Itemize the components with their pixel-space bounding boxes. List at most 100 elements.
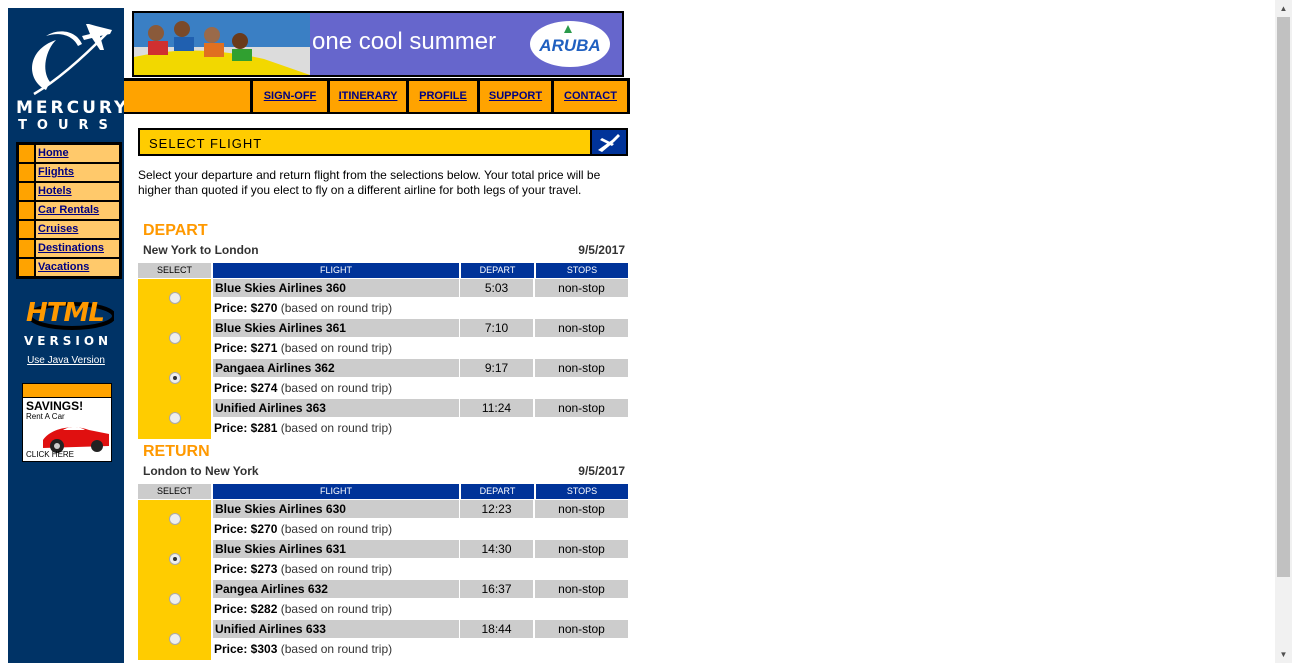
return-title: RETURN [143,443,210,460]
sidebar-item-hotels[interactable]: Hotels [19,183,119,200]
outbound-radio[interactable] [169,292,181,304]
use-java-version-link[interactable]: Use Java Version [14,355,118,366]
stops: non-stop [535,620,628,638]
ad-stripe [23,384,111,398]
depart-route: New York to London [143,243,259,257]
depart-time: 16:37 [460,580,533,598]
price-note: (based on round trip) [280,421,393,435]
flight-name: Blue Skies Airlines 360 [213,279,459,297]
col-select: SELECT [138,263,211,278]
flight-row: Pangaea Airlines 362 9:17 non-stop Price… [138,359,628,399]
banner-tagline: one cool summer [312,28,497,55]
top-nav: SIGN-OFF ITINERARY PROFILE SUPPORT CONTA… [124,78,630,114]
sidebar-link[interactable]: Car Rentals [36,202,119,219]
inbound-radio[interactable] [169,513,181,525]
logo-swoosh-plane-icon [32,24,112,96]
stops: non-stop [535,279,628,297]
stops: non-stop [535,319,628,337]
nav-itinerary-link[interactable]: ITINERARY [330,81,406,112]
outbound-radio[interactable] [169,412,181,424]
sidebar-item-cruises[interactable]: Cruises [19,221,119,238]
price-note: (based on round trip) [280,522,393,536]
price: Price: $270 (based on round trip) [213,299,627,317]
price: Price: $303 (based on round trip) [213,640,627,658]
price-amount: Price: $274 [214,381,278,395]
select-cell [138,540,211,580]
scroll-down-arrow-icon[interactable]: ▼ [1275,646,1292,663]
aruba-logo-text: ARUBA [539,36,601,55]
select-cell [138,279,211,319]
col-flight: FLIGHT [213,263,459,278]
html-version-badge: HTML VERSION [22,298,114,350]
nav-bullet [19,183,34,200]
brand-name: MERCURY [16,98,130,118]
depart-time: 11:24 [460,399,533,417]
price-note: (based on round trip) [280,301,393,315]
scrollbar-thumb[interactable] [1277,17,1290,577]
price-note: (based on round trip) [280,642,393,656]
header-plane-box [590,130,626,154]
col-stops: STOPS [536,484,628,499]
nav-contact-link[interactable]: CONTACT [554,81,627,112]
select-cell [138,500,211,540]
car-rental-ad[interactable]: SAVINGS! Rent A Car CLICK HERE [22,383,112,462]
price: Price: $273 (based on round trip) [213,560,627,578]
return-table-header: SELECT FLIGHT DEPART STOPS [138,484,628,499]
ad-headline: SAVINGS! [26,399,84,413]
flight-name: Blue Skies Airlines 631 [213,540,459,558]
sidebar-item-car-rentals[interactable]: Car Rentals [19,202,119,219]
sidebar-item-vacations[interactable]: Vacations [19,259,119,276]
sidebar-item-flights[interactable]: Flights [19,164,119,181]
inbound-radio[interactable] [169,593,181,605]
nav-bullet [19,145,34,162]
ad-cta: CLICK HERE [26,450,75,459]
col-stops: STOPS [536,263,628,278]
nav-bullet [19,259,34,276]
stops: non-stop [535,580,628,598]
select-cell [138,359,211,399]
scroll-up-arrow-icon[interactable]: ▲ [1275,0,1292,17]
flight-row: Blue Skies Airlines 631 14:30 non-stop P… [138,540,628,580]
select-cell [138,580,211,620]
outbound-radio[interactable] [169,372,181,384]
price-note: (based on round trip) [280,341,393,355]
top-nav-spacer [124,81,250,112]
select-flight-header: SELECT FLIGHT [138,128,628,156]
price-amount: Price: $271 [214,341,278,355]
select-cell [138,399,211,439]
nav-sign-off-link[interactable]: SIGN-OFF [253,81,327,112]
price-amount: Price: $281 [214,421,278,435]
flight-name: Pangea Airlines 632 [213,580,459,598]
sidebar-item-destinations[interactable]: Destinations [19,240,119,257]
price-amount: Price: $282 [214,602,278,616]
flight-name: Blue Skies Airlines 361 [213,319,459,337]
sidebar-link[interactable]: Destinations [36,240,119,257]
mercury-tours-logo[interactable]: MERCURY TOURS [16,20,130,133]
sidebar-link[interactable]: Cruises [36,221,119,238]
airplane-icon [598,134,620,152]
sidebar-link[interactable]: Home [36,145,119,162]
flight-name: Pangaea Airlines 362 [213,359,459,377]
promo-banner[interactable]: one cool summer ARUBA [132,11,624,77]
red-car-icon [43,427,109,453]
nav-profile-link[interactable]: PROFILE [409,81,477,112]
vertical-scrollbar[interactable]: ▲ ▼ [1275,0,1292,663]
sidebar-link[interactable]: Hotels [36,183,119,200]
price-note: (based on round trip) [280,381,393,395]
outbound-radio[interactable] [169,332,181,344]
depart-title: DEPART [143,222,208,239]
depart-time: 12:23 [460,500,533,518]
sidebar-link[interactable]: Flights [36,164,119,181]
nav-bullet [19,221,34,238]
inbound-radio[interactable] [169,633,181,645]
sidebar-item-home[interactable]: Home [19,145,119,162]
flight-row: Unified Airlines 633 18:44 non-stop Pric… [138,620,628,660]
price: Price: $282 (based on round trip) [213,600,627,618]
inbound-radio[interactable] [169,553,181,565]
sidebar-link[interactable]: Vacations [36,259,119,276]
stops: non-stop [535,540,628,558]
price: Price: $281 (based on round trip) [213,419,627,437]
price-amount: Price: $303 [214,642,278,656]
price-note: (based on round trip) [280,602,393,616]
nav-support-link[interactable]: SUPPORT [480,81,551,112]
